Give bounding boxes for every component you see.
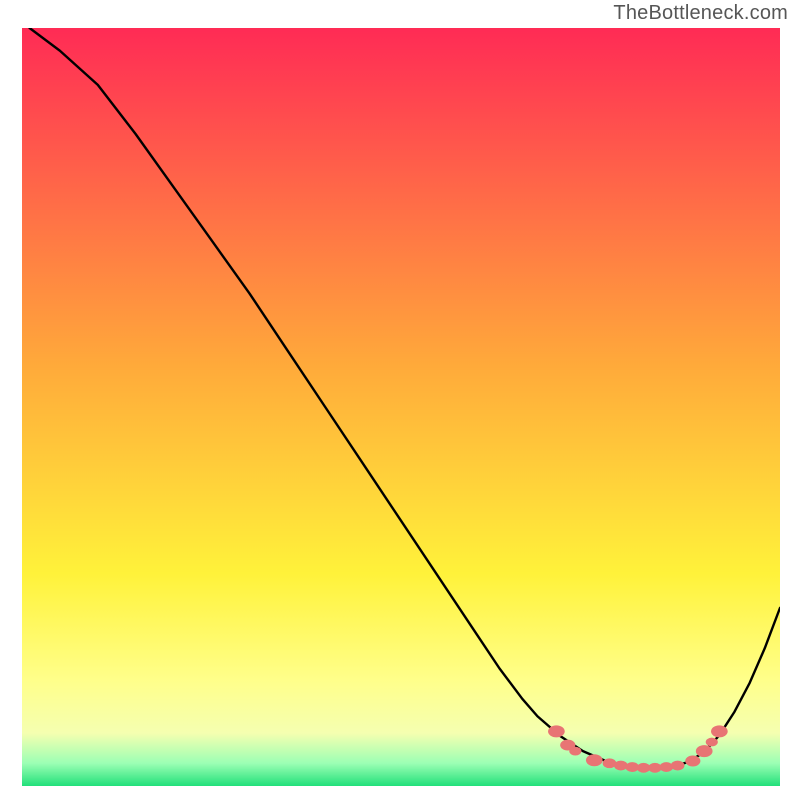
marker-dot — [706, 738, 718, 747]
chart-container: TheBottleneck.com — [0, 0, 800, 800]
marker-dot — [614, 761, 628, 771]
marker-dot — [685, 756, 700, 767]
attribution-text: TheBottleneck.com — [613, 2, 788, 25]
marker-dot — [659, 762, 673, 772]
marker-dot — [548, 725, 565, 737]
marker-dot — [711, 725, 728, 737]
marker-dot — [569, 747, 581, 756]
gradient-background — [22, 28, 780, 786]
marker-dot — [696, 745, 713, 757]
chart-plot — [22, 28, 780, 786]
marker-dot — [671, 761, 685, 771]
marker-dot — [586, 754, 603, 766]
chart-svg — [22, 28, 780, 786]
